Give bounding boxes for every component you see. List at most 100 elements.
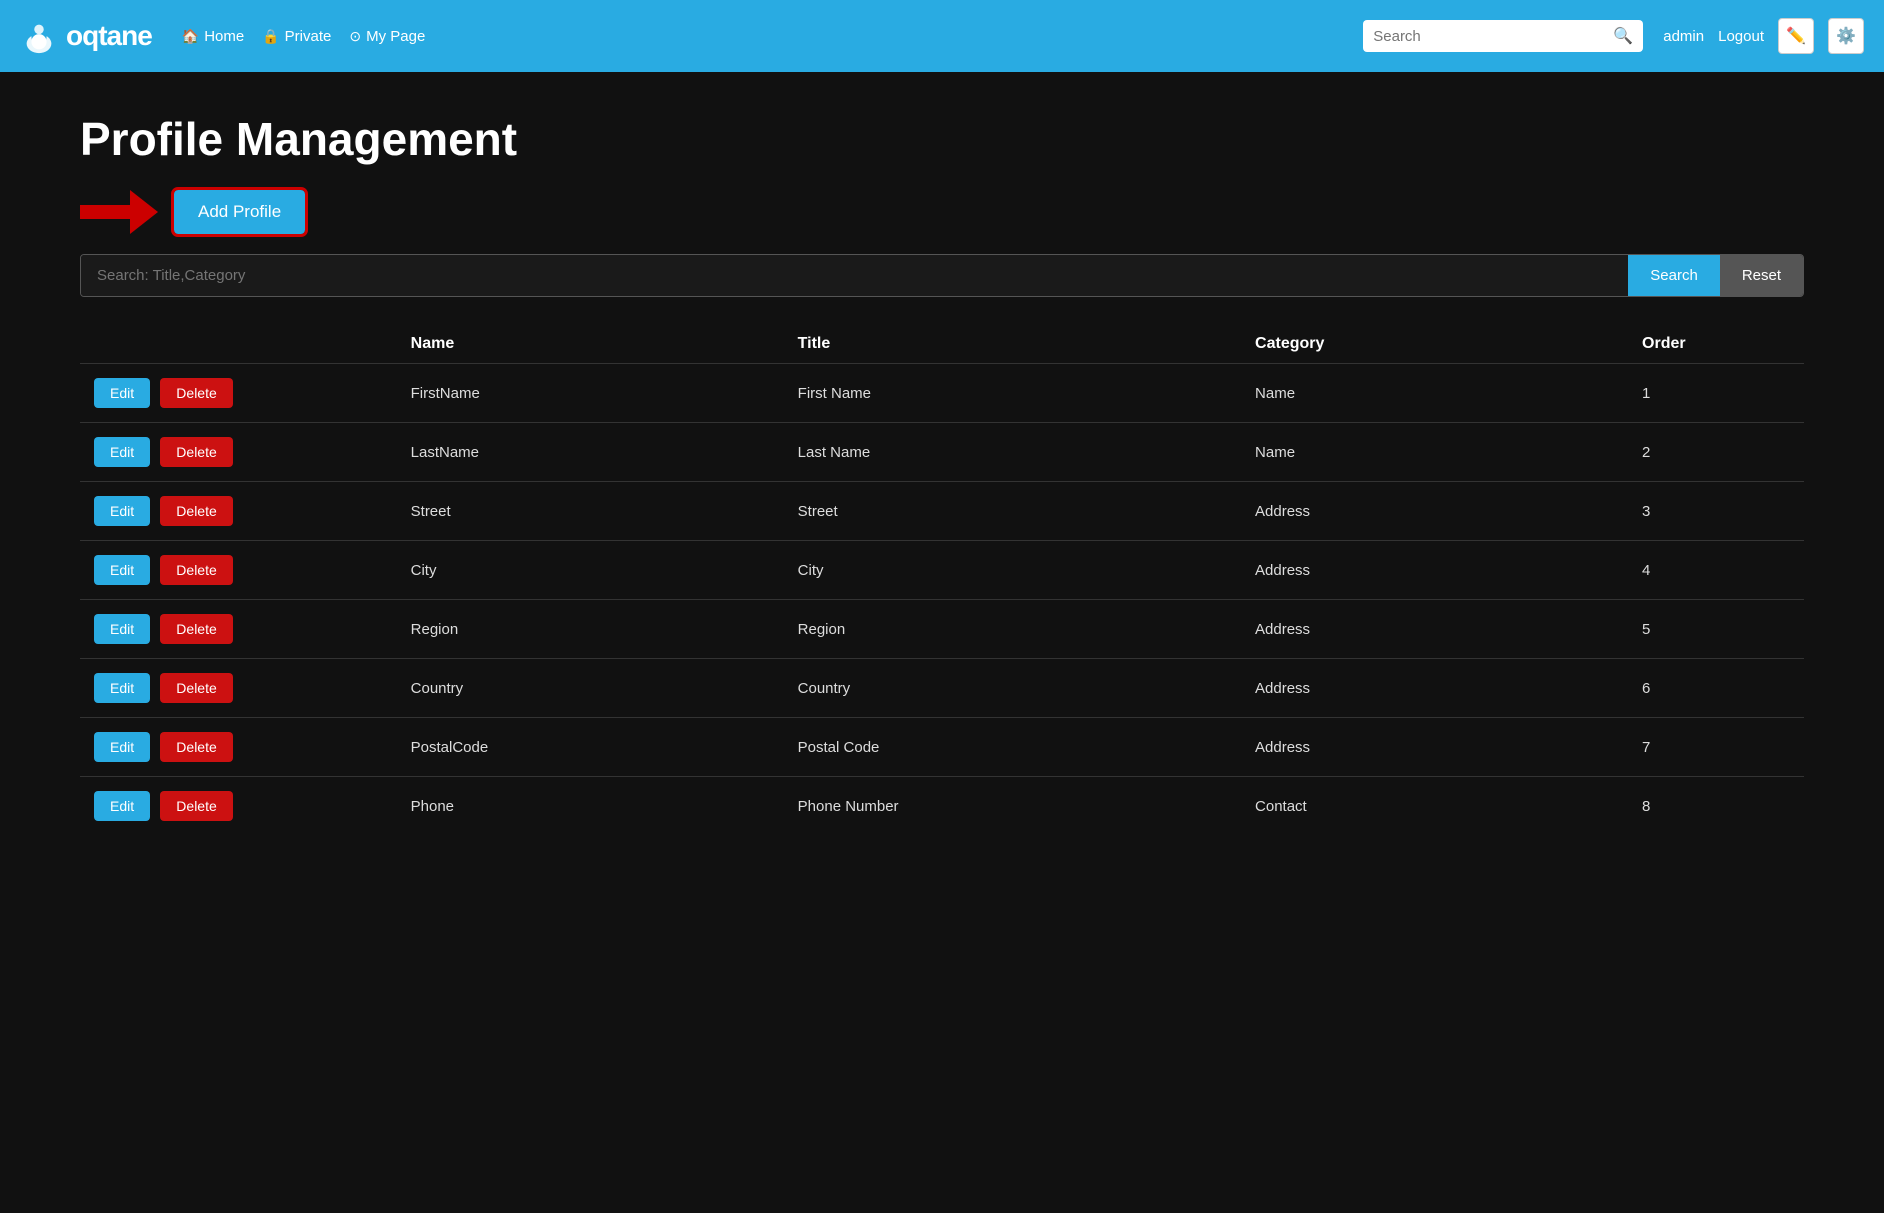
table-row: Edit Delete Country Country Address 6 <box>80 659 1804 718</box>
nav-mypage[interactable]: ⊙ My Page <box>349 28 425 45</box>
row-order: 3 <box>1628 482 1804 541</box>
edit-button[interactable]: Edit <box>94 555 150 585</box>
col-header-actions <box>80 325 397 364</box>
nav-links: 🏠 Home 🔒 Private ⊙ My Page <box>182 28 1343 45</box>
col-header-order: Order <box>1628 325 1804 364</box>
logo-text: oqtane <box>66 20 152 52</box>
row-name: Country <box>397 659 784 718</box>
nav-home[interactable]: 🏠 Home <box>182 28 244 45</box>
col-header-title: Title <box>784 325 1241 364</box>
edit-button[interactable]: Edit <box>94 791 150 821</box>
row-title: Postal Code <box>784 718 1241 777</box>
table-row: Edit Delete Street Street Address 3 <box>80 482 1804 541</box>
nav-mypage-label: My Page <box>366 28 425 45</box>
delete-button[interactable]: Delete <box>160 732 232 762</box>
row-order: 5 <box>1628 600 1804 659</box>
col-header-name: Name <box>397 325 784 364</box>
row-name: Street <box>397 482 784 541</box>
row-name: Region <box>397 600 784 659</box>
row-name: PostalCode <box>397 718 784 777</box>
logo-icon <box>20 17 58 55</box>
page-title: Profile Management <box>80 112 1804 166</box>
arrow-head <box>130 190 158 234</box>
table-row: Edit Delete Region Region Address 5 <box>80 600 1804 659</box>
row-actions: Edit Delete <box>80 423 397 482</box>
table-row: Edit Delete LastName Last Name Name 2 <box>80 423 1804 482</box>
add-profile-button[interactable]: Add Profile <box>174 190 305 234</box>
table-row: Edit Delete PostalCode Postal Code Addre… <box>80 718 1804 777</box>
row-title: First Name <box>784 364 1241 423</box>
row-title: Region <box>784 600 1241 659</box>
edit-button[interactable]: Edit <box>94 732 150 762</box>
row-category: Contact <box>1241 777 1628 836</box>
edit-button[interactable]: Edit <box>94 673 150 703</box>
row-order: 7 <box>1628 718 1804 777</box>
row-actions: Edit Delete <box>80 718 397 777</box>
username-label: admin <box>1663 28 1704 45</box>
delete-button[interactable]: Delete <box>160 496 232 526</box>
home-icon: 🏠 <box>182 28 199 45</box>
row-title: Street <box>784 482 1241 541</box>
add-profile-section: Add Profile <box>80 190 1804 234</box>
row-name: FirstName <box>397 364 784 423</box>
main-header: oqtane 🏠 Home 🔒 Private ⊙ My Page 🔍 admi… <box>0 0 1884 72</box>
search-icon: 🔍 <box>1613 26 1633 46</box>
table-row: Edit Delete City City Address 4 <box>80 541 1804 600</box>
row-order: 1 <box>1628 364 1804 423</box>
edit-button[interactable]: Edit <box>94 378 150 408</box>
row-actions: Edit Delete <box>80 659 397 718</box>
row-order: 8 <box>1628 777 1804 836</box>
row-category: Address <box>1241 482 1628 541</box>
row-actions: Edit Delete <box>80 600 397 659</box>
lock-icon: 🔒 <box>262 28 279 45</box>
mypage-icon: ⊙ <box>349 28 361 45</box>
row-name: Phone <box>397 777 784 836</box>
row-actions: Edit Delete <box>80 482 397 541</box>
arrow-shaft <box>80 205 130 219</box>
delete-button[interactable]: Delete <box>160 614 232 644</box>
row-order: 2 <box>1628 423 1804 482</box>
edit-button-header[interactable]: ✏️ <box>1778 18 1814 54</box>
delete-button[interactable]: Delete <box>160 378 232 408</box>
row-category: Name <box>1241 364 1628 423</box>
delete-button[interactable]: Delete <box>160 437 232 467</box>
delete-button[interactable]: Delete <box>160 791 232 821</box>
profile-search-button[interactable]: Search <box>1628 255 1720 296</box>
row-order: 6 <box>1628 659 1804 718</box>
row-category: Name <box>1241 423 1628 482</box>
nav-private-label: Private <box>285 28 332 45</box>
edit-button[interactable]: Edit <box>94 437 150 467</box>
row-actions: Edit Delete <box>80 541 397 600</box>
header-search-input[interactable] <box>1373 28 1607 45</box>
delete-button[interactable]: Delete <box>160 673 232 703</box>
row-category: Address <box>1241 541 1628 600</box>
row-order: 4 <box>1628 541 1804 600</box>
gear-icon: ⚙️ <box>1836 26 1856 46</box>
header-search-area: 🔍 <box>1363 20 1643 52</box>
nav-home-label: Home <box>204 28 244 45</box>
row-name: LastName <box>397 423 784 482</box>
profile-reset-button[interactable]: Reset <box>1720 255 1803 296</box>
logout-button[interactable]: Logout <box>1718 28 1764 45</box>
row-category: Address <box>1241 600 1628 659</box>
header-right: admin Logout ✏️ ⚙️ <box>1663 18 1864 54</box>
profile-table: Name Title Category Order Edit Delete Fi… <box>80 325 1804 835</box>
row-name: City <box>397 541 784 600</box>
row-title: City <box>784 541 1241 600</box>
edit-button[interactable]: Edit <box>94 614 150 644</box>
delete-button[interactable]: Delete <box>160 555 232 585</box>
row-title: Last Name <box>784 423 1241 482</box>
row-title: Phone Number <box>784 777 1241 836</box>
profile-search-input[interactable] <box>81 255 1628 296</box>
table-row: Edit Delete Phone Phone Number Contact 8 <box>80 777 1804 836</box>
edit-button[interactable]: Edit <box>94 496 150 526</box>
main-content: Profile Management Add Profile Search Re… <box>0 72 1884 875</box>
pencil-icon: ✏️ <box>1786 26 1806 46</box>
arrow-indicator <box>80 190 158 234</box>
row-category: Address <box>1241 659 1628 718</box>
logo: oqtane <box>20 17 152 55</box>
row-actions: Edit Delete <box>80 777 397 836</box>
row-actions: Edit Delete <box>80 364 397 423</box>
nav-private[interactable]: 🔒 Private <box>262 28 331 45</box>
settings-button-header[interactable]: ⚙️ <box>1828 18 1864 54</box>
